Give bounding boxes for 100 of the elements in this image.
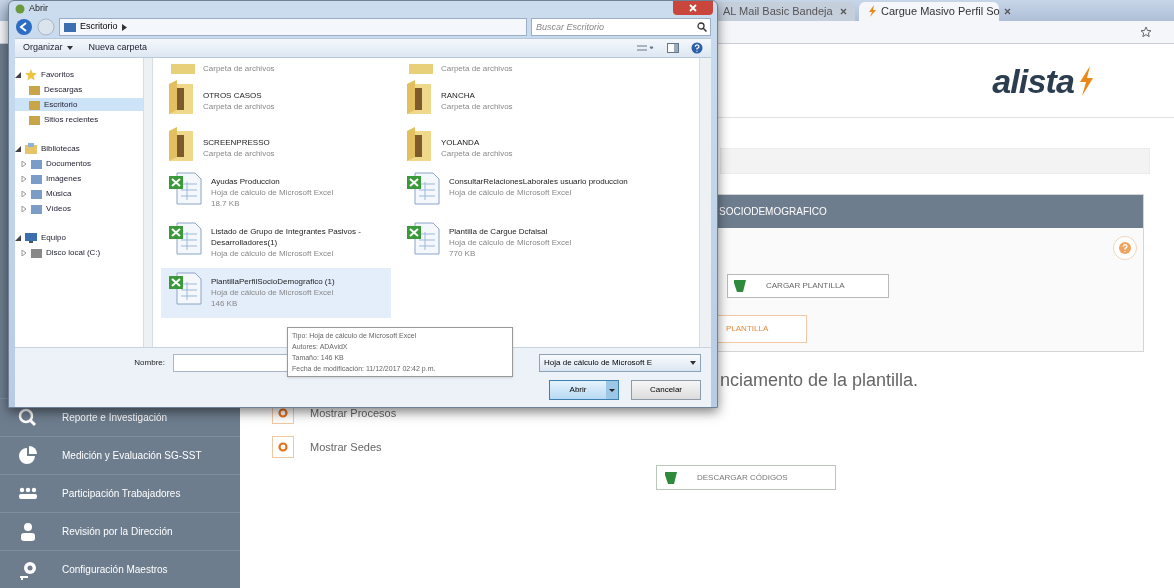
expand-arrow-icon — [21, 249, 27, 256]
file-type: Carpeta de archivos — [203, 63, 275, 74]
nav-item[interactable]: Imágenes — [15, 172, 143, 185]
file-type: Carpeta de archivos — [441, 147, 513, 159]
file-name: Ayudas Produccion — [211, 176, 281, 187]
folder-icon — [29, 114, 40, 125]
panel-title: SOCIODEMOGRAFICO — [719, 205, 827, 219]
search-icon — [18, 407, 38, 428]
nav-item[interactable]: Vídeos — [15, 202, 143, 215]
folder-icon — [31, 173, 42, 184]
file-item[interactable]: Plantilla de Cargue Dcfalsal Hoja de cálculo de Microsoft Excel 770 KB — [399, 218, 629, 268]
search-icon — [697, 22, 707, 32]
dropdown-arrow-icon — [66, 46, 73, 50]
sidebar-item[interactable]: Revisión por la Dirección — [0, 512, 240, 550]
nav-item[interactable]: Favoritos — [15, 68, 143, 81]
file-item[interactable]: RANCHA Carpeta de archivos — [399, 74, 629, 121]
nav-item[interactable]: Disco local (C:) — [15, 246, 143, 259]
expand-arrow-icon — [21, 175, 27, 182]
file-size: 18.7 KB — [211, 198, 241, 209]
file-name: PlantillaPerfilSocioDemografico (1) — [211, 276, 335, 287]
star-icon — [1140, 25, 1152, 38]
file-type: Carpeta de archivos — [203, 100, 275, 112]
file-type: Hoja de cálculo de Microsoft Excel — [211, 187, 334, 198]
file-type: Hoja de cálculo de Microsoft Excel — [211, 248, 335, 259]
file-type: Carpeta de archivos — [441, 63, 513, 74]
upload-template-button[interactable]: CARGAR PLANTILLA — [727, 274, 889, 298]
window-title: Abrir — [29, 1, 48, 15]
circle-icon — [278, 442, 288, 452]
toolbar-button[interactable]: Nueva carpeta — [88, 41, 148, 55]
file-item[interactable]: Listado de Grupo de Integrantes Pasivos - Desarrolladores(1) Hoja de cálculo de Microsoft Excel — [161, 218, 391, 268]
person-icon — [18, 521, 38, 542]
back-icon — [15, 18, 33, 36]
close-icon — [1003, 7, 1011, 15]
browser-tab[interactable]: AL Mail Basic Bandeja — [715, 1, 855, 21]
file-item[interactable]: YOLANDA Carpeta de archivos — [399, 121, 629, 168]
file-size: 770 KB — [449, 248, 477, 259]
nav-item[interactable]: Descargas — [15, 83, 143, 96]
file-name: OTROS CASOS — [203, 89, 263, 101]
spreadsheet-icon — [167, 170, 203, 206]
help-icon — [691, 42, 703, 54]
file-type: Carpeta de archivos — [203, 147, 275, 159]
file-item[interactable]: SCREENPRESSO Carpeta de archivos — [161, 121, 391, 168]
file-name: YOLANDA — [441, 136, 481, 148]
file-type: Hoja de cálculo de Microsoft Excel — [449, 187, 573, 198]
preview-pane-icon — [667, 43, 679, 53]
nav-item[interactable]: Escritorio — [15, 98, 143, 111]
cancel-button[interactable]: Cancelar — [631, 380, 701, 400]
collapse-arrow-icon — [15, 145, 21, 152]
app-icon — [15, 3, 25, 14]
folder-icon — [31, 158, 42, 169]
nav-item[interactable]: Bibliotecas — [15, 142, 143, 155]
toggle-button[interactable]: Mostrar Sedes — [272, 436, 1174, 458]
file-name: Listado de Grupo de Integrantes Pasivos - Desarrolladores(1) — [211, 226, 362, 248]
search-field[interactable]: Buscar Escritorio — [531, 18, 711, 36]
pie-chart-icon — [18, 445, 38, 466]
sidebar-item[interactable]: Configuración Maestros — [0, 550, 240, 588]
chevron-icon — [121, 23, 127, 31]
spreadsheet-icon — [405, 170, 441, 206]
lightning-icon — [867, 5, 877, 18]
file-type: Carpeta de archivos — [441, 100, 513, 112]
folder-icon — [405, 126, 433, 163]
collapse-arrow-icon — [15, 71, 21, 78]
folder-icon — [29, 99, 40, 110]
lightning-icon — [1078, 65, 1094, 96]
circle-icon — [278, 408, 288, 418]
close-button[interactable] — [673, 1, 713, 15]
nav-item[interactable]: Equipo — [15, 231, 143, 244]
nav-item[interactable]: Documentos — [15, 157, 143, 170]
question-icon — [1119, 242, 1131, 254]
file-size: 146 KB — [211, 298, 239, 309]
address-field[interactable]: Escritorio — [59, 18, 527, 36]
folder-icon — [167, 126, 195, 163]
file-item[interactable]: Carpeta de archivos — [399, 60, 629, 74]
file-type-dropdown[interactable]: Hoja de cálculo de Microsoft E — [539, 354, 701, 372]
file-name: Plantilla de Cargue Dcfalsal — [449, 226, 549, 237]
spreadsheet-icon — [405, 220, 441, 256]
file-name: SCREENPRESSO — [203, 136, 271, 148]
file-item[interactable]: Carpeta de archivos — [161, 60, 391, 74]
collapse-arrow-icon — [15, 234, 21, 241]
folder-icon — [31, 188, 42, 199]
nav-item[interactable]: Sitios recientes — [15, 113, 143, 126]
nav-item[interactable]: Música — [15, 187, 143, 200]
file-item[interactable]: ConsultarRelacionesLaborales usuario produccion Hoja de cálculo de Microsoft Excel — [399, 168, 629, 218]
folder-icon — [29, 84, 40, 95]
toolbar-button[interactable]: Organizar — [23, 41, 73, 55]
file-item[interactable]: Ayudas Produccion Hoja de cálculo de Microsoft Excel 18.7 KB — [161, 168, 391, 218]
library-icon — [25, 142, 37, 155]
instruction-text: nciamento de la plantilla. — [720, 369, 920, 392]
file-item[interactable]: PlantillaPerfilSocioDemografico (1) Hoja de cálculo de Microsoft Excel 146 KB — [161, 268, 391, 318]
open-button[interactable]: Abrir — [549, 380, 619, 400]
sidebar-item[interactable]: Medición y Evaluación SG-SST — [0, 436, 240, 474]
sidebar-item[interactable]: Participación Trabajadores — [0, 474, 240, 512]
spreadsheet-icon — [167, 270, 203, 306]
filename-label: Nombre: — [133, 357, 165, 369]
folder-icon — [405, 79, 433, 116]
folder-icon — [31, 203, 42, 214]
logo: alista — [992, 63, 1094, 98]
download-codes-button[interactable]: DESCARGAR CÓDIGOS — [656, 465, 836, 490]
close-icon — [840, 7, 847, 15]
file-item[interactable]: OTROS CASOS Carpeta de archivos — [161, 74, 391, 121]
